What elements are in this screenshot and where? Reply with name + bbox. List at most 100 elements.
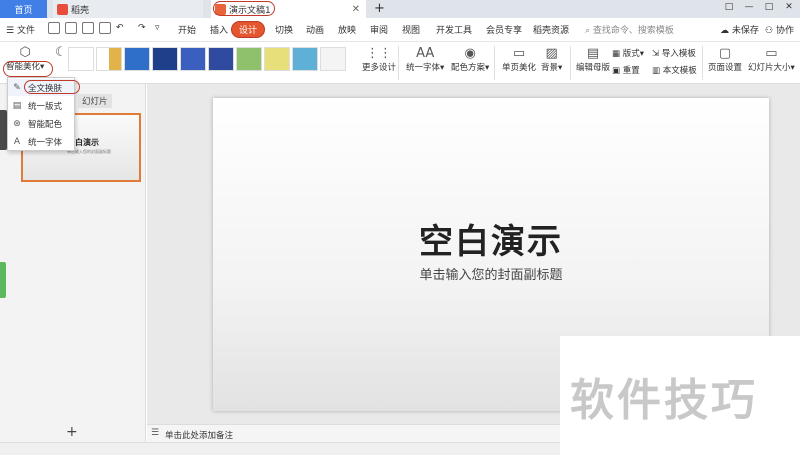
customize-icon[interactable]: ▿ (155, 23, 160, 33)
layout-icon: ▦ (612, 49, 621, 59)
close-icon[interactable]: ✕ (782, 2, 796, 12)
color-scheme-button[interactable]: ◉ 配色方案▾ (451, 46, 489, 73)
reset-icon: ▣ (612, 66, 621, 76)
watermark-overlay: 软件技巧 (560, 336, 800, 455)
side-handle[interactable] (0, 110, 7, 150)
layout-icon: ▤ (12, 100, 22, 111)
dropdown-item-unify-font[interactable]: A 统一字体 (8, 133, 74, 150)
template-thumb-4[interactable] (152, 47, 178, 71)
slide-subtitle[interactable]: 单击输入您的封面副标题 (213, 264, 769, 283)
template-thumb-6[interactable] (208, 47, 234, 71)
new-tab-button[interactable]: + (374, 1, 385, 16)
dropdown-item-label: 统一字体 (28, 137, 63, 148)
preview-icon[interactable] (99, 22, 111, 34)
ribbon-divider (398, 46, 399, 80)
template-thumb-9[interactable] (292, 47, 318, 71)
more-design-label: 更多设计 (362, 63, 397, 73)
menu-slideshow[interactable]: 放映 (338, 23, 356, 36)
unsaved-status[interactable]: ☁ 未保存 (720, 23, 759, 36)
color-scheme-label: 配色方案 (451, 63, 486, 73)
minimize-icon[interactable]: — (742, 2, 756, 12)
menu-design[interactable]: 设计 (231, 21, 266, 38)
collab-button[interactable]: ⚇ 协作 (765, 23, 794, 36)
slide-size-label: 幻灯片大小 (748, 63, 791, 73)
menu-transition[interactable]: 切换 (275, 23, 293, 36)
grid-icon: ⋮⋮ (366, 46, 392, 61)
background-button[interactable]: ▨ 背景▾ (541, 46, 562, 73)
tab-daoke[interactable]: 稻壳 (53, 0, 203, 18)
font-icon: AA (416, 46, 435, 61)
tab-bar: 首页 稻壳 演示文稿1 ✕ + □ — □ ✕ (0, 0, 800, 18)
page-icon: ▭ (512, 46, 526, 61)
page-setup-label: 页面设置 (708, 63, 743, 73)
menu-developer[interactable]: 开发工具 (436, 23, 472, 36)
close-tab-icon[interactable]: ✕ (352, 4, 360, 15)
smart-beautify-highlight (3, 61, 53, 77)
single-page-beautify-button[interactable]: ▭ 单页美化 (502, 46, 536, 73)
add-slide-button[interactable]: + (66, 424, 78, 440)
template-thumb-8[interactable] (264, 47, 290, 71)
undo-icon[interactable]: ↶ (116, 23, 124, 33)
redo-icon[interactable]: ↷ (138, 23, 146, 33)
font-icon: A (13, 136, 21, 147)
menu-animation[interactable]: 动画 (306, 23, 324, 36)
reset-label: 重置 (622, 66, 640, 76)
slide-size-button[interactable]: ▭ 幻灯片大小▾ (748, 46, 795, 73)
brush-icon: ✎ (13, 82, 21, 93)
page-setup-icon: ▢ (718, 46, 732, 61)
edit-master-button[interactable]: ▤ 编辑母版 (576, 46, 610, 73)
menu-view[interactable]: 视图 (402, 23, 420, 36)
dropdown-item-smart-color[interactable]: ⊛ 智能配色 (8, 115, 74, 132)
tab-daoke-label: 稻壳 (71, 5, 90, 16)
save-icon[interactable] (48, 22, 60, 34)
ribbon-divider (702, 46, 703, 80)
unify-font-button[interactable]: AA 统一字体▾ (406, 46, 444, 73)
menu-review[interactable]: 审阅 (370, 23, 388, 36)
color-icon: ⊛ (13, 118, 21, 129)
menu-member[interactable]: 会员专享 (486, 23, 522, 36)
menu-daoke-resources[interactable]: 稻壳资源 (533, 23, 569, 36)
file-menu[interactable]: ☰ 文件 (6, 23, 35, 36)
this-template-label: 本文模板 (662, 66, 697, 76)
background-label: 背景 (541, 63, 559, 73)
print-icon[interactable] (82, 22, 94, 34)
template-thumb-2[interactable] (96, 47, 122, 71)
tab-home[interactable]: 首页 (0, 0, 47, 18)
menu-start[interactable]: 开始 (178, 23, 196, 36)
template-thumb-5[interactable] (180, 47, 206, 71)
window-controls: □ — □ ✕ (722, 2, 796, 12)
search-input[interactable]: ⌕ 查找命令、搜索模板 (585, 23, 674, 36)
daoke-icon (57, 3, 68, 15)
layout-button[interactable]: ▦ 版式▾ (612, 47, 644, 59)
dropdown-item-unify-layout[interactable]: ▤ 统一版式 (8, 97, 74, 114)
notes-placeholder[interactable]: 单击此处添加备注 (165, 429, 233, 441)
theme-toggle-icon[interactable]: ☾ (55, 45, 67, 60)
import-icon: ⇲ (652, 49, 660, 59)
side-scroll-handle[interactable] (0, 262, 6, 298)
template-thumb-7[interactable] (236, 47, 262, 71)
page-setup-button[interactable]: ▢ 页面设置 (708, 46, 742, 73)
import-template-button[interactable]: ⇲ 导入模板 (652, 47, 696, 59)
reset-button[interactable]: ▣ 重置 (612, 64, 640, 76)
slide-title[interactable]: 空白演示 (213, 214, 769, 263)
template-thumb-1[interactable] (68, 47, 94, 71)
template-thumb-10[interactable] (320, 47, 346, 71)
restore-icon[interactable]: □ (722, 2, 736, 12)
edit-master-label: 编辑母版 (576, 63, 611, 73)
master-icon: ▤ (586, 46, 600, 61)
template-thumb-3[interactable] (124, 47, 150, 71)
full-reskin-highlight (24, 80, 80, 94)
maximize-icon[interactable]: □ (762, 2, 776, 12)
this-template-button[interactable]: ▥ 本文模板 (652, 64, 697, 76)
palette-icon: ◉ (464, 46, 476, 61)
more-design-button[interactable]: ⋮⋮ 更多设计 (362, 46, 396, 73)
dropdown-item-label: 智能配色 (28, 119, 63, 130)
slide-size-icon: ▭ (765, 46, 778, 61)
template-icon: ▥ (652, 66, 661, 76)
smart-beautify-dropdown: ✎ 全文换肤 ▤ 统一版式 ⊛ 智能配色 A 统一字体 (7, 77, 80, 151)
menu-insert[interactable]: 插入 (210, 23, 228, 36)
notes-icon: ☰ (151, 428, 160, 438)
slides-tab[interactable]: 幻灯片 (78, 94, 112, 108)
export-icon[interactable] (65, 22, 77, 34)
unsaved-label: 未保存 (731, 26, 759, 36)
